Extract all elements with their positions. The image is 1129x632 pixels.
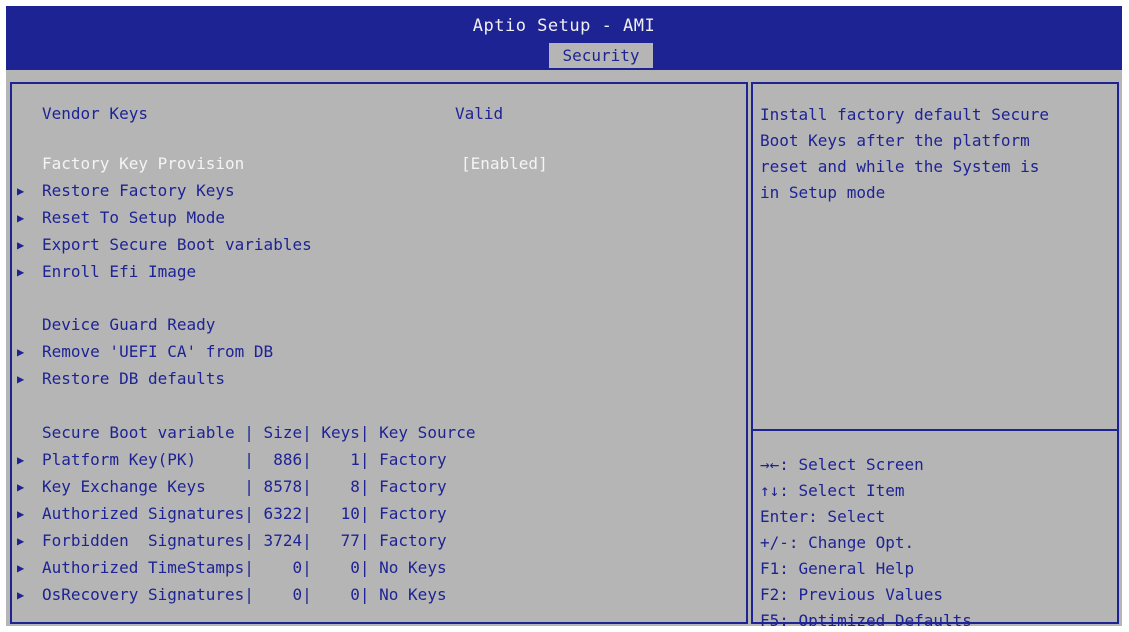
table-row-text: Forbidden Signatures| 3724| 77| Factory [42,531,447,550]
triangle-right-icon: ▶ [17,480,25,494]
triangle-right-icon: ▶ [17,453,25,467]
triangle-right-icon: ▶ [17,534,25,548]
submenu-label: Restore Factory Keys [42,181,235,200]
key-legend-item: →←: Select Screen [760,455,924,474]
help-divider [753,429,1117,431]
key-legend-item: F5: Optimized Defaults [760,611,972,626]
key-legend-item: F1: General Help [760,559,915,578]
triangle-right-icon: ▶ [17,345,25,359]
table-row-text: Key Exchange Keys | 8578| 8| Factory [42,477,447,496]
triangle-right-icon: ▶ [17,507,25,521]
key-legend-item: ↑↓: Select Item [760,481,905,500]
help-line: Install factory default Secure [760,105,1049,124]
submenu-label: Export Secure Boot variables [42,235,312,254]
key-legend: →←: Select Screen ↑↓: Select Item Enter:… [760,452,972,626]
submenu-label: Remove 'UEFI CA' from DB [42,342,274,361]
vendor-keys-label: Vendor Keys [42,104,148,123]
triangle-right-icon: ▶ [17,372,25,386]
bios-screen: Aptio Setup - AMI Security Vendor Keys V… [6,6,1122,626]
key-legend-item: Enter: Select [760,507,886,526]
submenu-label: Restore DB defaults [42,369,226,388]
triangle-right-icon: ▶ [17,265,25,279]
table-row-text: Platform Key(PK) | 886| 1| Factory [42,450,447,469]
title-bar: Aptio Setup - AMI Security [6,6,1122,70]
submenu-label: Enroll Efi Image [42,262,197,281]
device-guard-heading: Device Guard Ready [42,315,216,334]
triangle-right-icon: ▶ [17,184,25,198]
help-line: reset and while the System is [760,157,1040,176]
app-title: Aptio Setup - AMI [472,16,656,36]
help-line: Boot Keys after the platform [760,131,1030,150]
table-row-text: Authorized TimeStamps| 0| 0| No Keys [42,558,447,577]
triangle-right-icon: ▶ [17,588,25,602]
help-panel: Install factory default Secure Boot Keys… [751,82,1119,626]
table-row-text: OsRecovery Signatures| 0| 0| No Keys [42,585,447,604]
triangle-right-icon: ▶ [17,561,25,575]
triangle-right-icon: ▶ [17,211,25,225]
key-legend-item: F2: Previous Values [760,585,944,604]
variables-table-header: Secure Boot variable | Size| Keys| Key S… [42,423,476,442]
vendor-keys-value: Valid [455,104,504,123]
triangle-right-icon: ▶ [17,238,25,252]
help-line: in Setup mode [760,183,886,202]
tab-security[interactable]: Security [549,43,653,68]
key-legend-item: +/-: Change Opt. [760,533,915,552]
factory-key-provision-value[interactable]: [Enabled] [461,154,548,174]
table-row-text: Authorized Signatures| 6322| 10| Factory [42,504,447,523]
factory-key-provision-label[interactable]: Factory Key Provision [42,154,244,174]
help-text: Install factory default Secure Boot Keys… [760,102,1110,206]
main-panel: Vendor Keys Valid Factory Key Provision … [10,82,748,624]
submenu-label: Reset To Setup Mode [42,208,226,227]
